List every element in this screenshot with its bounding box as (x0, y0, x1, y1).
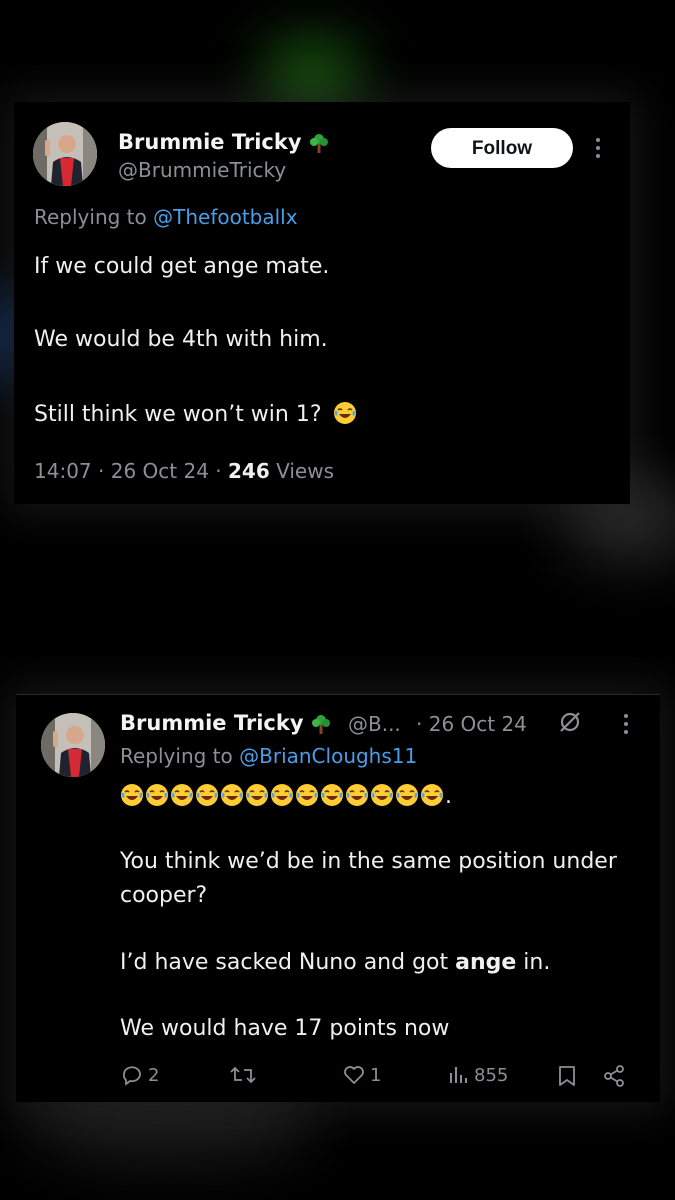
views-label: Views (276, 459, 334, 483)
laughing-tears-emoji (421, 784, 443, 806)
replying-to: Replying to @BrianCloughs11 (120, 744, 417, 768)
tweet-date[interactable]: · 26 Oct 24 (416, 712, 527, 736)
avatar[interactable] (41, 713, 105, 777)
author-handle[interactable]: @B... (348, 712, 401, 736)
views-icon (450, 1067, 467, 1083)
views-count: 855 (474, 1064, 509, 1086)
tweet-time[interactable]: 14:07 (34, 459, 92, 483)
tweet-card-reply: Brummie Tricky @B... · 26 Oct 24 Replyin… (16, 694, 660, 1102)
tweet-meta: 14:07 · 26 Oct 24 · 246 Views (34, 459, 334, 483)
more-options-icon[interactable] (595, 138, 601, 162)
emoji-trail: . (445, 784, 452, 809)
tweet-line-1b: cooper? (120, 883, 208, 908)
heart-icon (344, 1066, 364, 1084)
views-button[interactable]: 855 (448, 1063, 508, 1087)
reply-count: 2 (148, 1064, 160, 1086)
laughing-tears-emoji (271, 784, 293, 806)
laughing-tears-emoji (121, 784, 143, 806)
laughing-tears-emoji (321, 784, 343, 806)
replying-prefix: Replying to (34, 205, 154, 229)
share-icon[interactable] (602, 1064, 626, 1088)
reply-button[interactable]: 2 (120, 1063, 159, 1087)
tweet-line-1a: You think we’d be in the same position u… (120, 849, 617, 874)
tweet-card-main: Brummie Tricky @BrummieTricky Follow Rep… (14, 102, 630, 504)
author-name-text[interactable]: Brummie Tricky (120, 711, 304, 735)
author-name[interactable]: Brummie Tricky (120, 711, 332, 735)
avatar-image (33, 122, 97, 186)
laughing-tears-emoji (346, 784, 368, 806)
like-button[interactable]: 1 (342, 1063, 381, 1087)
mention-link[interactable]: @BrianCloughs11 (239, 744, 417, 768)
avatar-image (41, 713, 105, 777)
replying-prefix: Replying to (120, 744, 240, 768)
background-glow-green (262, 40, 362, 110)
author-name-text[interactable]: Brummie Tricky (118, 130, 302, 154)
tweet-date[interactable]: 26 Oct 24 (111, 459, 209, 483)
more-options-icon[interactable] (623, 714, 629, 738)
tweet-line-2: I’d have sacked Nuno and got ange in. (120, 950, 550, 975)
laughing-tears-emoji (146, 784, 168, 806)
laughing-tears-emoji (296, 784, 318, 806)
tweet-line-3: Still think we won’t win 1? (34, 401, 358, 427)
like-count: 1 (370, 1064, 382, 1086)
retweet-icon (230, 1066, 256, 1084)
replying-to: Replying to @Thefootballx (34, 205, 298, 229)
tweet-line-3-text: Still think we won’t win 1? (34, 402, 322, 427)
retweet-button[interactable] (230, 1063, 260, 1087)
tweet-line-2: We would be 4th with him. (34, 327, 328, 352)
views-count: 246 (228, 459, 270, 483)
author-handle[interactable]: @BrummieTricky (118, 158, 286, 182)
bookmark-icon[interactable] (556, 1064, 578, 1088)
author-name[interactable]: Brummie Tricky (118, 130, 330, 154)
avatar[interactable] (33, 122, 97, 186)
tweet-line-1: If we could get ange mate. (34, 254, 330, 279)
laughing-tears-emoji (171, 784, 193, 806)
grok-icon[interactable] (557, 709, 583, 735)
tree-icon (311, 715, 330, 734)
emoji-row: . (120, 783, 452, 809)
laughing-tears-emoji (246, 784, 268, 806)
reply-icon (122, 1066, 141, 1086)
mention-link[interactable]: @Thefootballx (153, 205, 297, 229)
tweet-line-2-bold: ange (455, 950, 517, 975)
tweet-line-2-pre: I’d have sacked Nuno and got (120, 950, 456, 975)
tree-icon (309, 134, 328, 153)
tweet-line-2-post: in. (516, 950, 551, 975)
tweet-line-3: We would have 17 points now (120, 1016, 450, 1041)
laughing-tears-emoji (396, 784, 418, 806)
laughing-tears-emoji (371, 784, 393, 806)
laughing-tears-emoji (333, 402, 356, 424)
laughing-tears-emoji (221, 784, 243, 806)
follow-button[interactable]: Follow (431, 128, 573, 168)
laughing-tears-emoji (196, 784, 218, 806)
